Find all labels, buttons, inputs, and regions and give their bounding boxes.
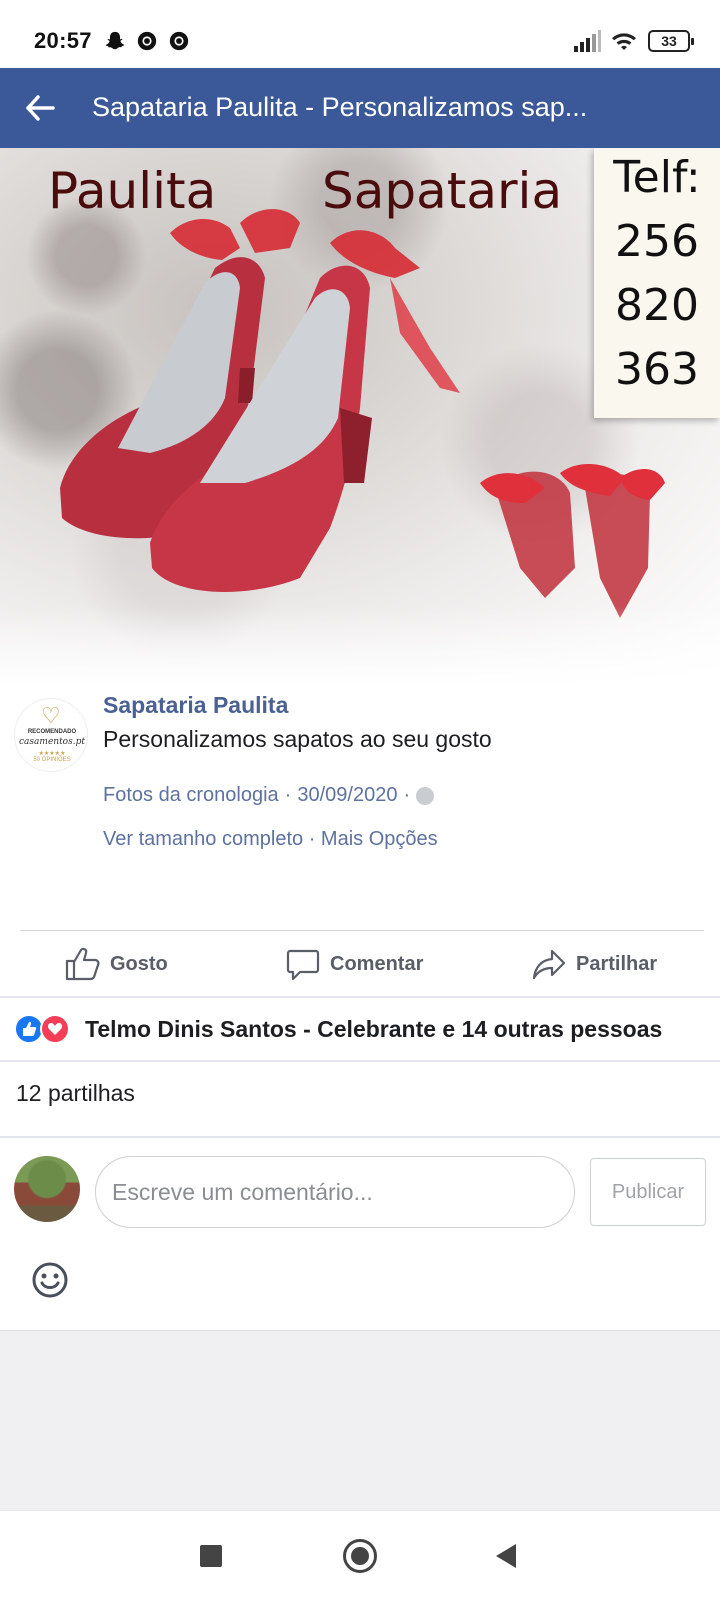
phone-line-3: 363 (615, 344, 699, 395)
app-bar: Sapataria Paulita - Personalizamos sap..… (0, 68, 720, 148)
phone-line-1: 256 (615, 216, 699, 267)
page-name-link[interactable]: Sapataria Paulita (103, 692, 288, 719)
emoji-button[interactable] (30, 1260, 70, 1300)
comment-button[interactable]: Comentar (286, 932, 423, 996)
post-date[interactable]: 30/09/2020 (297, 784, 397, 807)
comment-input[interactable] (95, 1156, 575, 1228)
post-meta: Fotos da cronologia · 30/09/2020 · (103, 784, 435, 807)
chrome-icon (137, 31, 157, 51)
like-button[interactable]: Gosto (64, 932, 168, 996)
divider (0, 1136, 720, 1138)
page-avatar[interactable]: ♡ RECOMENDADO casamentos.pt ★★★★★ 50 OPI… (14, 698, 88, 772)
recents-button[interactable] (200, 1545, 222, 1567)
badge-line-1: RECOMENDADO (27, 729, 77, 735)
share-button[interactable]: Partilhar (532, 932, 657, 996)
reactions-text: Telmo Dinis Santos - Celebrante e 14 out… (85, 1016, 663, 1042)
share-arrow-icon (532, 949, 566, 980)
phone-box: Telf: 256 820 363 (594, 148, 720, 418)
snapchat-icon (105, 31, 125, 50)
photo-title-right: Sapataria (322, 162, 563, 220)
arrow-left-icon (26, 95, 55, 121)
app-title: Sapataria Paulita - Personalizamos sap..… (92, 92, 588, 122)
user-avatar (14, 1156, 80, 1222)
status-time: 20:57 (34, 28, 92, 53)
wifi-icon (612, 33, 636, 50)
status-bar: 20:57 33 (0, 0, 720, 68)
meta-separator: · (403, 784, 411, 806)
badge-line-2: casamentos.pt (19, 737, 85, 747)
divider (20, 930, 704, 931)
divider (0, 996, 720, 998)
photo-links: Ver tamanho completo · Mais Opções (103, 828, 438, 851)
phone-label: Telf: (613, 152, 701, 203)
page-background (0, 1330, 720, 1510)
home-button[interactable] (343, 1539, 377, 1573)
photo-fade (0, 606, 720, 686)
back-button[interactable] (20, 88, 60, 128)
phone-line-2: 820 (615, 280, 699, 331)
chrome-icon (169, 31, 189, 51)
meta-separator: · (284, 784, 292, 806)
reaction-icons (14, 1014, 76, 1044)
share-label: Partilhar (576, 952, 658, 975)
globe-icon (416, 786, 435, 805)
photo-title-left: Paulita (48, 162, 217, 220)
badge-stars: ★★★★★ (38, 751, 66, 757)
signal-icon (574, 30, 601, 52)
heart-icon: ♡ (41, 703, 61, 728)
status-right: 33 (572, 28, 694, 54)
post-photo[interactable]: Paulita Sapataria Telf: 256 820 363 (0, 148, 720, 686)
thumbs-up-icon (65, 947, 100, 981)
comment-composer: Publicar (0, 1140, 720, 1260)
divider (0, 1060, 720, 1062)
speech-bubble-icon (286, 949, 320, 981)
view-full-size-link[interactable]: Ver tamanho completo (103, 828, 303, 850)
smiley-icon (32, 1262, 68, 1298)
system-nav-bar (0, 1510, 720, 1600)
links-separator: · (308, 828, 316, 850)
more-options-link[interactable]: Mais Opções (321, 828, 438, 850)
battery-icon: 33 (648, 30, 694, 52)
publish-button[interactable]: Publicar (590, 1158, 706, 1226)
comment-label: Comentar (330, 952, 424, 975)
love-reaction-icon (40, 1014, 70, 1044)
post-caption: Personalizamos sapatos ao seu gosto (103, 726, 492, 752)
shares-count[interactable]: 12 partilhas (16, 1080, 135, 1107)
nav-back-button[interactable] (496, 1544, 516, 1568)
post-actions: Gosto Comentar Partilhar (0, 932, 720, 996)
album-link[interactable]: Fotos da cronologia (103, 784, 279, 807)
reactions-summary[interactable]: Telmo Dinis Santos - Celebrante e 14 out… (0, 1000, 720, 1058)
badge-line-3: 50 OPINIÕES (33, 757, 71, 763)
like-label: Gosto (110, 952, 168, 975)
